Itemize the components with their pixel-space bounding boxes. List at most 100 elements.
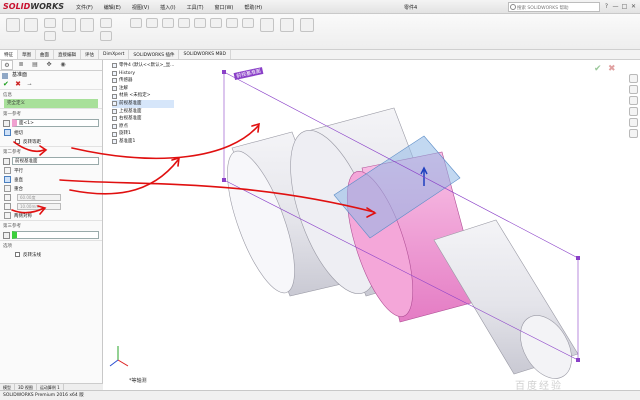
confirm-corner-ok-icon[interactable]: ✔ <box>594 64 602 74</box>
tree-material[interactable]: 材质 <未指定> <box>112 92 174 100</box>
tree-annotations[interactable]: 注解 <box>112 85 174 93</box>
reference-geometry-icon[interactable] <box>260 18 274 32</box>
menu-insert[interactable]: 插入(I) <box>160 4 175 11</box>
swept-boss-icon[interactable] <box>44 18 56 28</box>
mid-plane-option[interactable]: 两侧对称 <box>0 211 102 220</box>
annotation-icon <box>112 86 117 92</box>
appearances-icon[interactable] <box>629 118 638 127</box>
menu-file[interactable]: 文件(F) <box>76 4 93 11</box>
draft-icon[interactable] <box>178 18 190 28</box>
close-button[interactable]: ✕ <box>629 2 638 11</box>
tab-sketch[interactable]: 草图 <box>18 50 36 59</box>
display-tab-icon[interactable]: ◉ <box>57 60 69 70</box>
lofted-boss-icon[interactable] <box>44 31 56 41</box>
tab-addins[interactable]: SOLIDWORKS 插件 <box>129 50 180 59</box>
linear-pattern-icon[interactable] <box>146 18 158 28</box>
second-ref-header[interactable]: 第二参考 <box>0 146 102 156</box>
search-input[interactable]: 搜索 SOLIDWORKS 帮助 <box>508 2 600 12</box>
menu-bar: 文件(F) 编辑(E) 视图(V) 插入(I) 工具(T) 窗口(W) 帮助(H… <box>76 4 273 11</box>
parallel-option[interactable]: 平行 <box>0 166 102 175</box>
instant3d-icon[interactable] <box>300 18 314 32</box>
curves-icon[interactable] <box>280 18 294 32</box>
config-tab-icon[interactable]: ▤ <box>29 60 41 70</box>
shell-icon[interactable] <box>194 18 206 28</box>
tree-part-root[interactable]: 零件4 (默认<<默认>_显... <box>112 62 174 70</box>
angle-icon[interactable] <box>4 194 11 201</box>
first-ref-row: 面<1> <box>0 118 102 128</box>
tree-front-plane[interactable]: 前视基准面 <box>112 99 175 108</box>
options-header[interactable]: 选项 <box>0 240 102 250</box>
distance-row: 10.00mm <box>0 202 102 211</box>
mirror-icon[interactable] <box>242 18 254 28</box>
maximize-button[interactable]: □ <box>620 2 629 11</box>
tab-dimxpert[interactable]: DimXpert <box>99 50 130 59</box>
flip-normal-option[interactable]: 反转法线 <box>0 250 102 259</box>
distance-input[interactable]: 10.00mm <box>17 203 61 210</box>
minimize-button[interactable]: — <box>611 2 620 11</box>
hole-wizard-icon[interactable] <box>80 18 94 32</box>
property-manager-tab-icon[interactable]: ⚙ <box>1 60 13 70</box>
dimxpert-tab-icon[interactable]: ✥ <box>43 60 55 70</box>
design-library-icon[interactable] <box>629 85 638 94</box>
wrap-icon[interactable] <box>210 18 222 28</box>
menu-view[interactable]: 视图(V) <box>132 4 149 11</box>
menu-window[interactable]: 窗口(W) <box>215 4 234 11</box>
tangent-option[interactable]: 相切 <box>0 128 102 137</box>
tab-evaluate[interactable]: 评估 <box>81 50 99 59</box>
message-header: 信息 <box>0 89 102 99</box>
feature-tree-tab-icon[interactable]: ≣ <box>15 60 27 70</box>
plane-icon <box>112 101 117 107</box>
view-palette-icon[interactable] <box>629 107 638 116</box>
help-button[interactable]: ? <box>602 2 611 11</box>
solidworks-logo[interactable]: SOLIDWORKS <box>3 2 64 11</box>
extruded-cut-icon[interactable] <box>62 18 76 32</box>
tree-history[interactable]: History <box>112 70 174 78</box>
resources-icon[interactable] <box>629 74 638 83</box>
fillet-icon[interactable] <box>130 18 142 28</box>
graphics-area[interactable] <box>104 60 628 390</box>
first-ref-header[interactable]: 第一参考 <box>0 108 102 118</box>
intersect-icon[interactable] <box>226 18 238 28</box>
rib-icon[interactable] <box>162 18 174 28</box>
command-tabs: 特征 草图 曲面 直接编辑 评估 DimXpert SOLIDWORKS 插件 … <box>0 50 640 60</box>
ok-button[interactable]: ✔ <box>3 80 9 88</box>
flip-normal-checkbox[interactable] <box>15 252 20 257</box>
confirm-corner-cancel-icon[interactable]: ✖ <box>608 64 616 74</box>
custom-properties-icon[interactable] <box>629 129 638 138</box>
third-ref-row <box>0 230 102 240</box>
first-ref-selection[interactable]: 面<1> <box>12 119 99 127</box>
revolved-cut-icon[interactable] <box>100 18 112 28</box>
tab-mbd[interactable]: SOLIDWORKS MBD <box>179 50 231 59</box>
coincident-option[interactable]: 重合 <box>0 184 102 193</box>
menu-edit[interactable]: 编辑(E) <box>104 4 121 11</box>
tree-top-plane[interactable]: 上视基准面 <box>112 108 174 116</box>
flip-offset-option[interactable]: 反转等距 <box>0 137 102 146</box>
second-ref-selection[interactable]: 前视基准面 <box>12 157 99 165</box>
tab-surfaces[interactable]: 曲面 <box>36 50 54 59</box>
third-ref-selection[interactable] <box>12 231 99 239</box>
menu-tools[interactable]: 工具(T) <box>187 4 204 11</box>
origin-icon <box>112 124 117 130</box>
perpendicular-option[interactable]: 垂直 <box>0 175 102 184</box>
revolved-boss-icon[interactable] <box>24 18 38 32</box>
tree-origin[interactable]: 原点 <box>112 123 174 131</box>
revolve-icon <box>112 131 117 137</box>
tree-plane1[interactable]: 基准面1 <box>112 138 174 146</box>
tab-direct-editing[interactable]: 直接编辑 <box>54 50 81 59</box>
file-explorer-icon[interactable] <box>629 96 638 105</box>
cancel-button[interactable]: ✖ <box>15 80 21 88</box>
shaft-model[interactable] <box>214 107 582 387</box>
angle-input[interactable]: 60.00度 <box>17 194 61 201</box>
tree-sensors[interactable]: 传感器 <box>112 77 174 85</box>
pin-icon[interactable]: ⊸ <box>27 82 31 88</box>
tab-features[interactable]: 特征 <box>0 50 18 59</box>
tree-right-plane[interactable]: 右视基准面 <box>112 115 174 123</box>
tree-revolve1[interactable]: 旋转1 <box>112 130 174 138</box>
menu-help[interactable]: 帮助(H) <box>244 4 262 11</box>
action-buttons: ✔ ✖ ⊸ <box>0 80 102 89</box>
distance-icon[interactable] <box>4 203 11 210</box>
extruded-boss-icon[interactable] <box>6 18 20 32</box>
flip-offset-checkbox[interactable] <box>15 139 20 144</box>
swept-cut-icon[interactable] <box>100 31 112 41</box>
third-ref-header[interactable]: 第三参考 <box>0 220 102 230</box>
